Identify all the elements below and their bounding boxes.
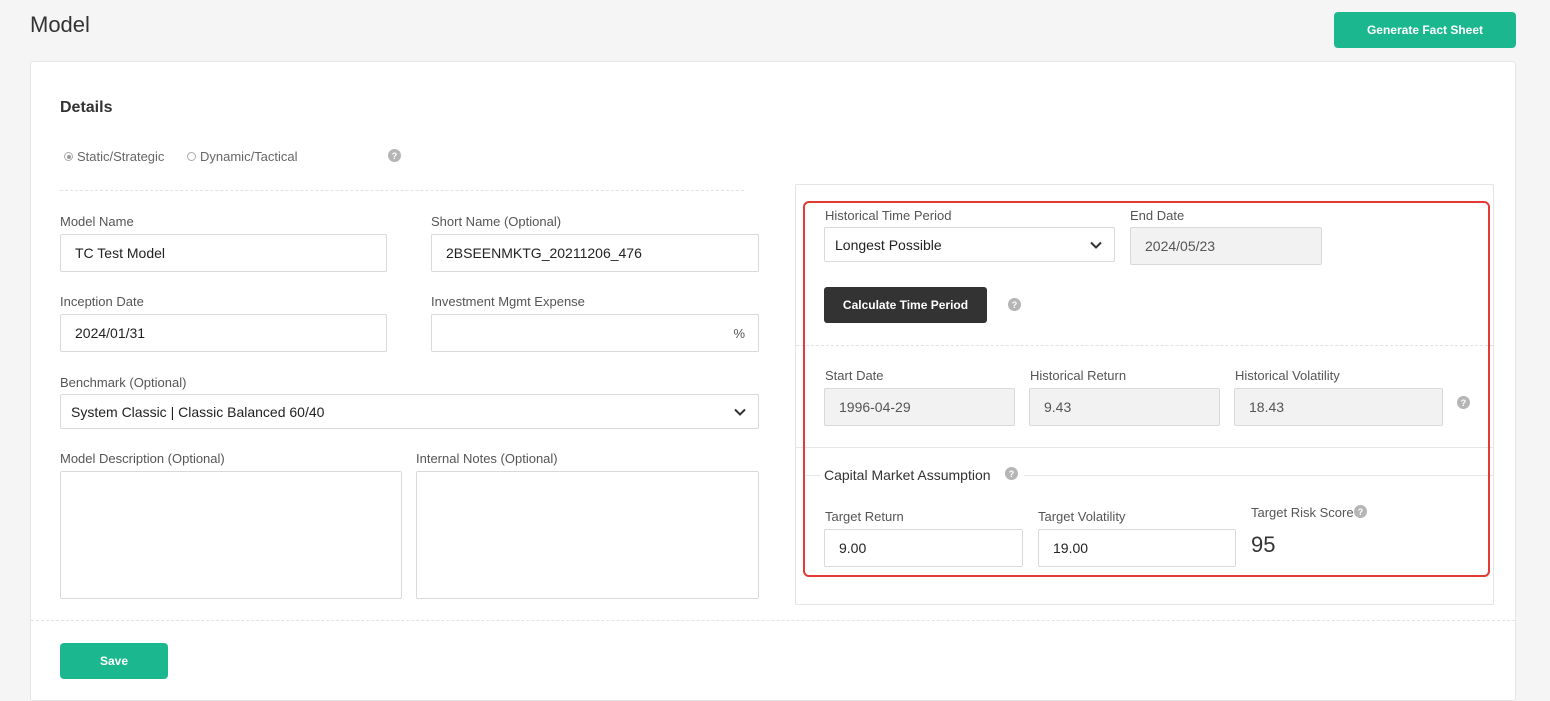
generate-fact-sheet-button[interactable]: Generate Fact Sheet bbox=[1334, 12, 1516, 48]
mgmt-expense-input[interactable]: % bbox=[431, 314, 759, 352]
page-title: Model bbox=[30, 12, 90, 37]
save-button[interactable]: Save bbox=[60, 643, 168, 679]
radio-checked-icon[interactable] bbox=[64, 152, 73, 161]
internal-notes-textarea[interactable] bbox=[416, 471, 759, 599]
divider bbox=[31, 620, 1515, 621]
benchmark-select[interactable]: System Classic | Classic Balanced 60/40 bbox=[60, 394, 759, 429]
model-name-input[interactable]: TC Test Model bbox=[60, 234, 387, 272]
internal-notes-label: Internal Notes (Optional) bbox=[416, 451, 558, 466]
radio-unchecked-icon[interactable] bbox=[187, 152, 196, 161]
inception-date-input[interactable]: 2024/01/31 bbox=[60, 314, 387, 352]
radio-dynamic-label: Dynamic/Tactical bbox=[200, 149, 298, 164]
model-name-label: Model Name bbox=[60, 214, 134, 229]
radio-dynamic-tactical[interactable]: Dynamic/Tactical bbox=[187, 149, 298, 164]
inception-date-label: Inception Date bbox=[60, 294, 144, 309]
radio-static-strategic[interactable]: Static/Strategic bbox=[64, 149, 164, 164]
short-name-label: Short Name (Optional) bbox=[431, 214, 562, 229]
radio-static-label: Static/Strategic bbox=[77, 149, 165, 164]
mgmt-expense-label: Investment Mgmt Expense bbox=[431, 294, 585, 309]
benchmark-value: System Classic | Classic Balanced 60/40 bbox=[71, 403, 325, 420]
model-description-textarea[interactable] bbox=[60, 471, 402, 599]
model-description-label: Model Description (Optional) bbox=[60, 451, 225, 466]
divider bbox=[60, 190, 744, 191]
highlight-annotation bbox=[803, 201, 1490, 577]
question-circle-icon[interactable]: ? bbox=[388, 149, 401, 162]
details-title: Details bbox=[60, 99, 113, 116]
short-name-input[interactable]: 2BSEENMKTG_20211206_476 bbox=[431, 234, 759, 272]
benchmark-label: Benchmark (Optional) bbox=[60, 375, 187, 390]
chevron-down-icon bbox=[734, 408, 746, 416]
percent-suffix: % bbox=[733, 325, 745, 341]
